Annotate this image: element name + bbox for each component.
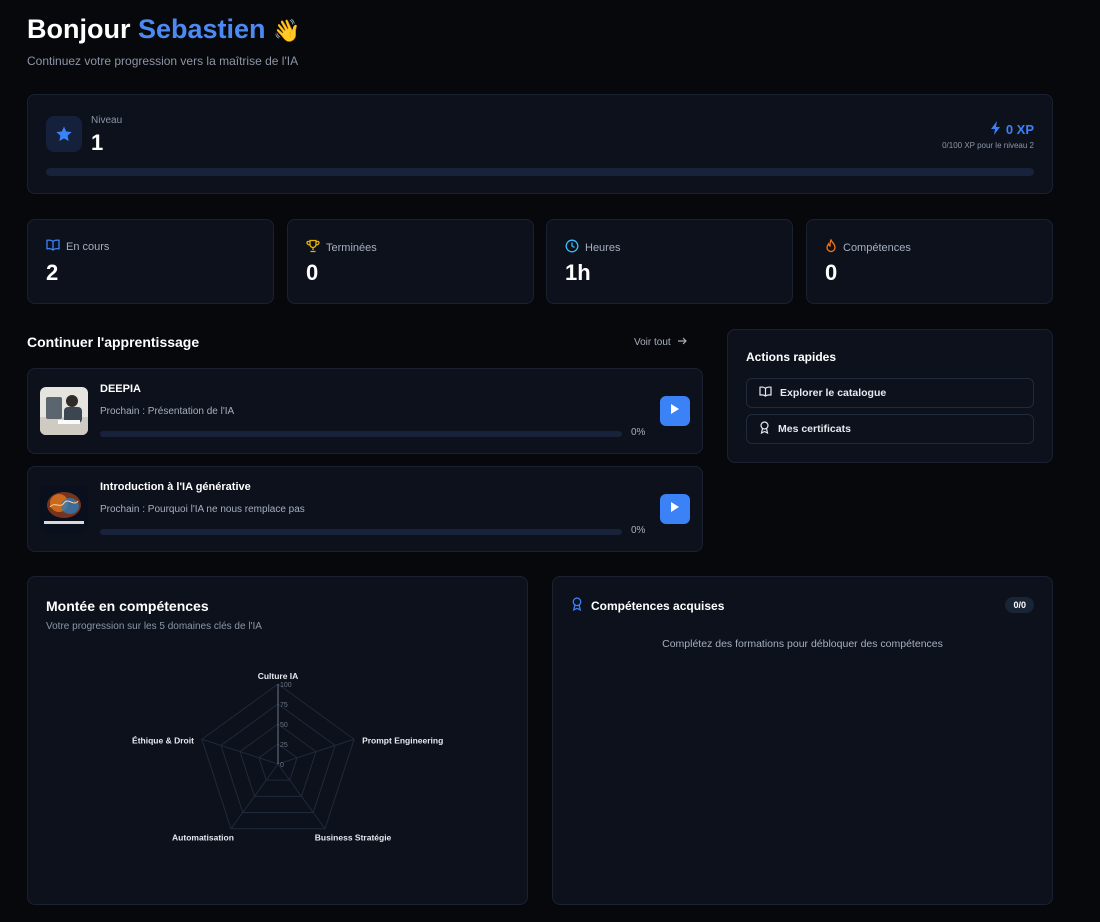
radar-category-label: Business Stratégie <box>315 833 392 843</box>
course-thumbnail <box>40 387 88 435</box>
stat-card-heures: Heures 1h <box>546 219 793 304</box>
radar-tick-label: 0 <box>280 762 284 769</box>
wave-emoji: 👋 <box>273 18 301 43</box>
stat-label: Terminées <box>326 241 377 254</box>
radar-category-label: Culture IA <box>258 671 299 681</box>
trophy-icon <box>306 239 320 256</box>
play-button[interactable] <box>660 396 690 426</box>
acquired-count-badge: 0/0 <box>1005 597 1034 613</box>
star-icon <box>46 116 82 152</box>
stat-value: 0 <box>825 260 838 285</box>
stat-label: Compétences <box>843 241 911 254</box>
quick-actions-title: Actions rapides <box>746 350 837 364</box>
quick-actions-card: Actions rapides Explorer le catalogue Me… <box>727 329 1053 463</box>
stat-label: En cours <box>66 240 110 253</box>
book-icon <box>46 239 60 254</box>
award-icon <box>759 421 770 437</box>
stat-label: Heures <box>585 241 621 254</box>
greeting-subtitle: Continuez votre progression vers la maît… <box>27 54 299 68</box>
xp-value: 0 XP <box>1005 122 1034 137</box>
acquired-skills-card: Compétences acquises 0/0 Complétez des f… <box>552 576 1053 905</box>
book-icon <box>759 386 772 400</box>
course-next-lesson: Prochain : Présentation de l'IA <box>100 406 235 417</box>
course-progress-bar <box>100 529 622 535</box>
stat-value: 0 <box>306 260 319 285</box>
lightning-icon <box>990 121 1002 138</box>
radar-tick-label: 25 <box>280 742 288 749</box>
see-all-label: Voir tout <box>634 337 671 348</box>
course-card-deepia[interactable]: DEEPIA Prochain : Présentation de l'IA 0… <box>27 368 703 454</box>
stat-value: 2 <box>46 260 59 285</box>
radar-spoke <box>277 738 355 765</box>
acquired-title: Compétences acquises <box>591 598 725 613</box>
stat-card-en-cours: En cours 2 <box>27 219 274 304</box>
award-icon <box>571 597 583 614</box>
radar-spoke <box>201 738 279 765</box>
clock-icon <box>565 239 579 256</box>
explore-catalog-label: Explorer le catalogue <box>780 387 887 399</box>
see-all-link[interactable]: Voir tout <box>634 336 687 349</box>
greeting-word: Bonjour <box>27 14 131 44</box>
stat-card-terminees: Terminées 0 <box>287 219 534 304</box>
course-card-ia-generative[interactable]: Introduction à l'IA générative Prochain … <box>27 466 703 552</box>
xp-summary: 0 XP 0/100 XP pour le niveau 2 <box>942 121 1034 150</box>
course-title: DEEPIA <box>100 383 141 395</box>
course-progress-bar <box>100 431 622 437</box>
greeting-title: Bonjour Sebastien 👋 <box>27 14 300 45</box>
level-value: 1 <box>91 130 104 155</box>
radar-tick-label: 75 <box>280 702 288 709</box>
acquired-empty-message: Complétez des formations pour débloquer … <box>662 638 943 650</box>
course-next-lesson: Prochain : Pourquoi l'IA ne nous remplac… <box>100 504 305 515</box>
course-progress-label: 0% <box>631 427 646 438</box>
course-progress-label: 0% <box>631 525 646 536</box>
radar-category-label: Éthique & Droit <box>132 735 194 745</box>
play-icon <box>670 500 680 518</box>
skills-radar-card: Montée en compétences Votre progression … <box>27 576 528 905</box>
radar-tick-label: 100 <box>280 682 292 689</box>
radar-category-label: Prompt Engineering <box>362 735 443 745</box>
play-button[interactable] <box>660 494 690 524</box>
explore-catalog-button[interactable]: Explorer le catalogue <box>746 378 1034 408</box>
radar-tick-label: 50 <box>280 722 288 729</box>
radar-chart: 0 25 50 75 100Culture IA Prompt Engineering Bu… <box>132 671 443 843</box>
radar-category-label: Automatisation <box>172 833 234 843</box>
xp-subtext: 0/100 XP pour le niveau 2 <box>942 141 1034 150</box>
flame-icon <box>825 238 837 256</box>
arrow-right-icon <box>677 336 687 349</box>
course-thumbnail <box>40 485 88 533</box>
play-icon <box>670 402 680 420</box>
my-certificates-label: Mes certificats <box>778 423 851 435</box>
course-title: Introduction à l'IA générative <box>100 481 251 493</box>
my-certificates-button[interactable]: Mes certificats <box>746 414 1034 444</box>
continue-title: Continuer l'apprentissage <box>27 334 200 350</box>
user-name: Sebastien <box>138 14 266 44</box>
stat-card-competences: Compétences 0 <box>806 219 1053 304</box>
level-label: Niveau <box>91 115 123 126</box>
level-progress-bar <box>46 168 1034 176</box>
stat-value: 1h <box>565 260 591 285</box>
level-card: Niveau 1 0 XP 0/100 XP pour le niveau 2 <box>27 94 1053 194</box>
